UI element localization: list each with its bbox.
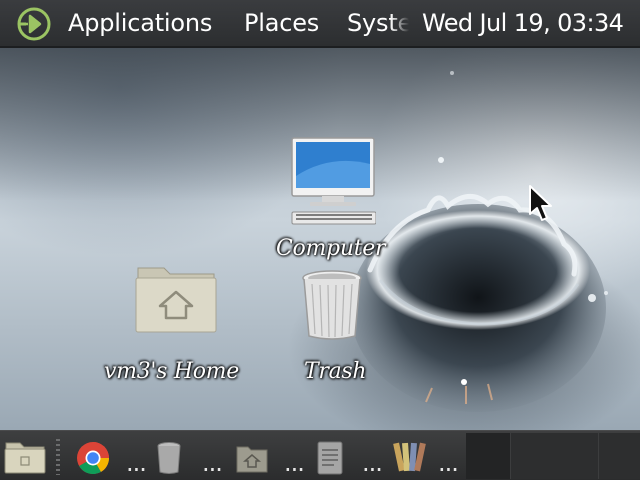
chrome-icon <box>77 442 110 475</box>
taskbar: ... ... ... ... ... <box>0 430 640 480</box>
taskbar-item-label: ... <box>362 449 383 477</box>
screen: Applications Places System Wed Jul 19, 0… <box>0 0 640 480</box>
desktop-icon-label: Computer <box>276 236 386 261</box>
desktop[interactable]: Computer vm3's Home Trash <box>0 48 640 430</box>
taskbar-item-appearance[interactable]: ... ... <box>360 435 459 479</box>
system-menu[interactable]: System <box>347 9 409 37</box>
home-folder-icon <box>236 446 268 473</box>
applications-menu[interactable]: Applications <box>68 9 212 37</box>
taskbar-item-text-editor[interactable]: ... <box>282 435 352 479</box>
show-desktop-folder-icon[interactable] <box>4 435 46 479</box>
taskbar-item-home[interactable]: ... <box>200 435 270 479</box>
taskbar-active-item[interactable] <box>466 433 510 479</box>
top-panel: Applications Places System Wed Jul 19, 0… <box>0 0 640 48</box>
mouse-pointer-icon <box>529 185 552 221</box>
trash-can-icon <box>157 442 181 474</box>
taskbar-item-label: ... <box>126 449 147 477</box>
clock[interactable]: Wed Jul 19, 03:34 <box>422 9 624 37</box>
text-document-icon <box>317 441 343 475</box>
taskbar-empty-slot[interactable] <box>598 433 640 479</box>
trash-can-icon <box>302 270 362 340</box>
taskbar-item-label: ... <box>438 449 459 477</box>
taskbar-item-label: ... <box>202 449 223 477</box>
color-palette-icon <box>393 442 426 472</box>
taskbar-empty-slot[interactable] <box>510 433 599 479</box>
home-folder-icon <box>135 267 217 333</box>
desktop-icon-label: Trash <box>304 359 367 384</box>
taskbar-separator <box>56 439 60 475</box>
linux-mint-menu-icon[interactable] <box>14 6 54 42</box>
taskbar-item-label: ... <box>284 449 305 477</box>
places-menu[interactable]: Places <box>244 9 319 37</box>
desktop-icon-label: vm3's Home <box>104 359 239 384</box>
computer-monitor-icon <box>291 137 376 225</box>
taskbar-item-chrome[interactable]: ... <box>76 435 182 479</box>
